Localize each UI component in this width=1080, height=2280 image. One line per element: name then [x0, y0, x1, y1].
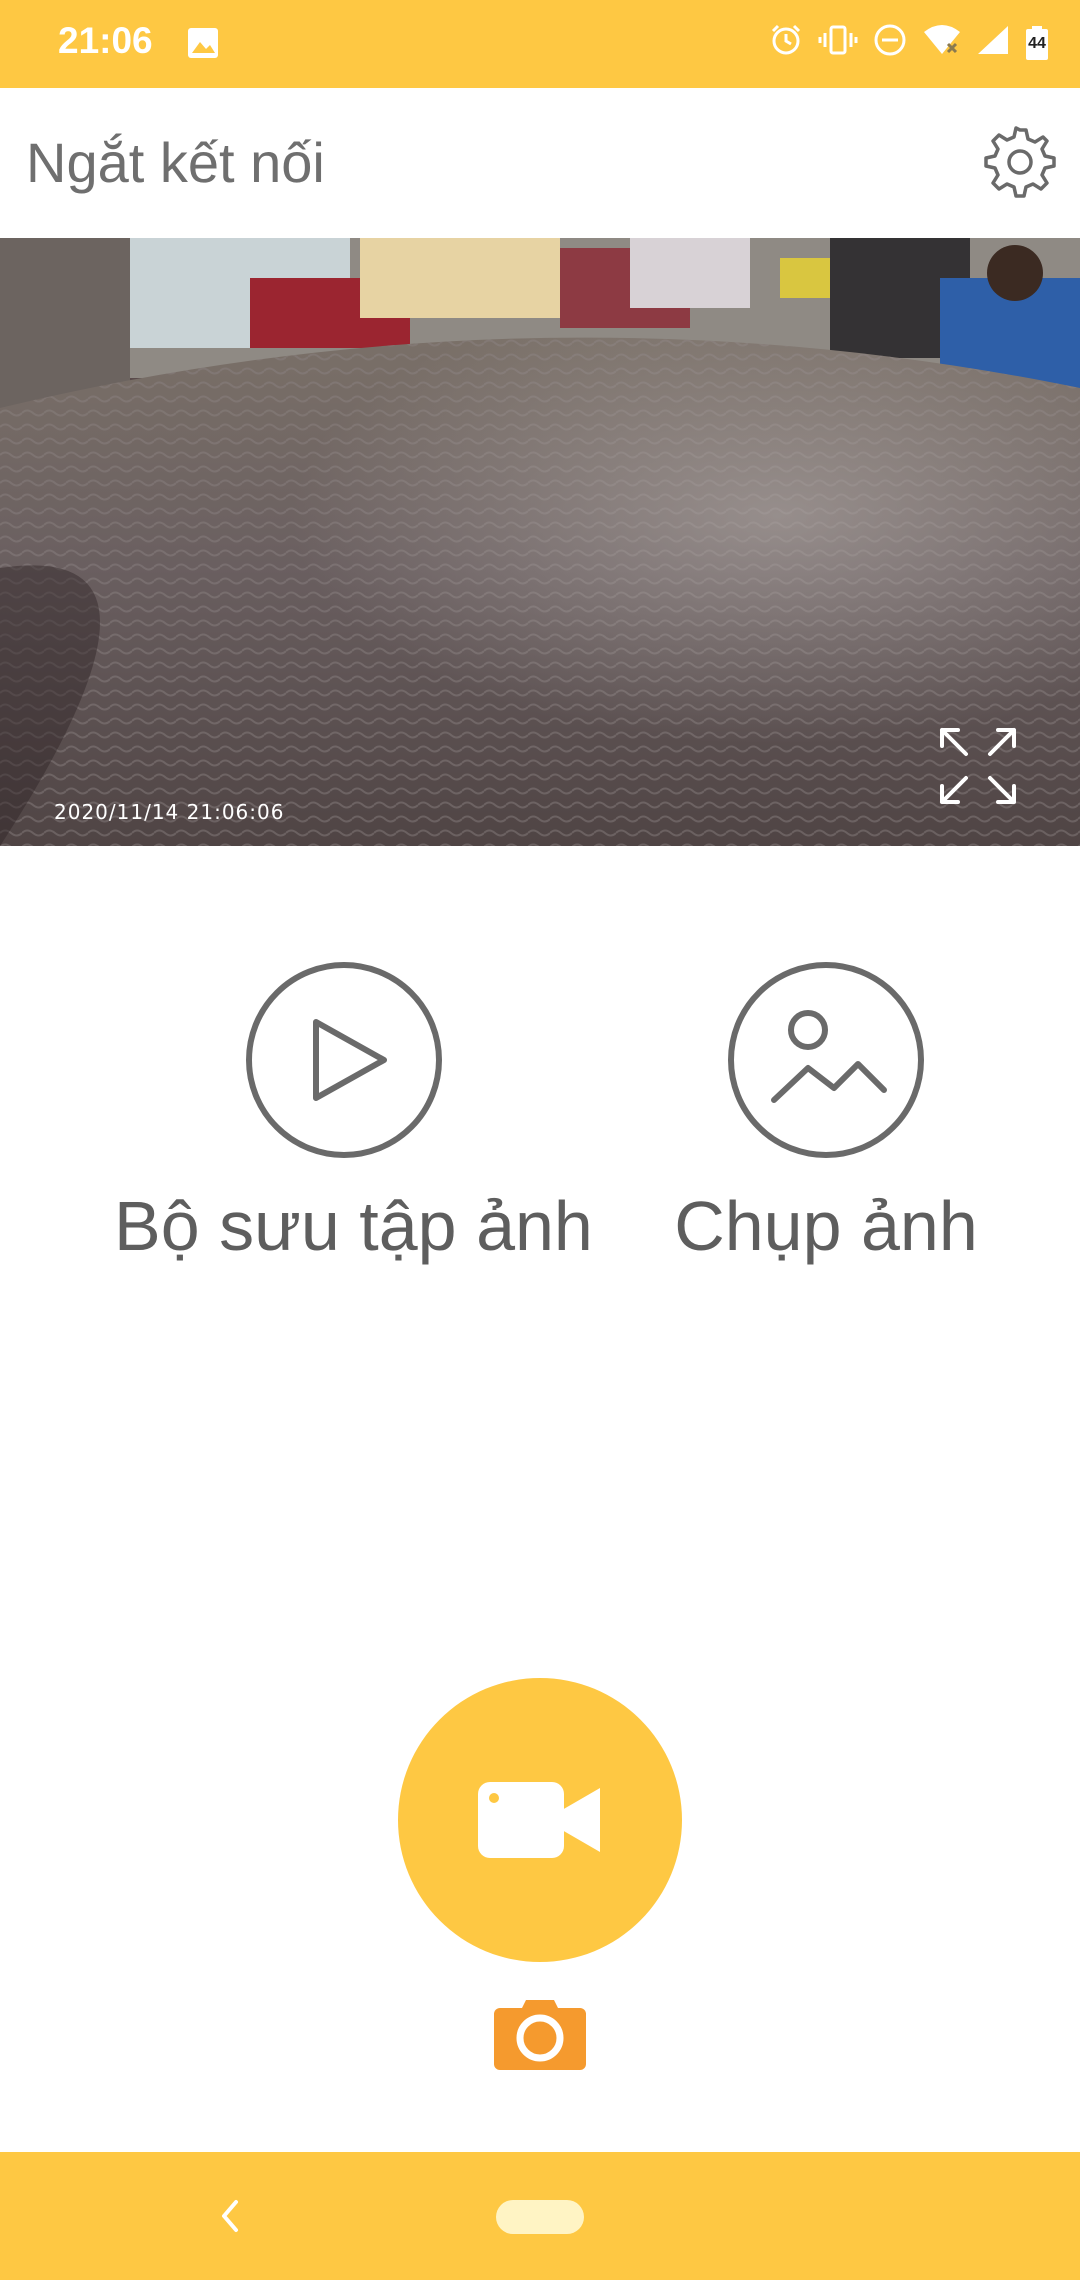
video-timestamp: 2020/11/14 21:06:06 [54, 800, 285, 824]
video-camera-icon [478, 1782, 600, 1858]
gallery-label: Bộ sưu tập ảnh [114, 1187, 593, 1265]
image-circle-icon [726, 960, 926, 1160]
status-time: 21:06 [58, 20, 153, 61]
alarm-icon [768, 22, 804, 63]
fullscreen-button[interactable] [936, 724, 1020, 808]
gallery-action[interactable]: Bộ sưu tập ảnh [114, 960, 593, 1266]
battery-icon: 44 [1024, 25, 1050, 61]
gallery-icon [186, 26, 220, 65]
dnd-icon [872, 22, 908, 63]
play-circle-icon [244, 960, 444, 1160]
camera-icon [494, 2000, 586, 2070]
record-video-button[interactable] [398, 1678, 682, 1962]
vibrate-icon [818, 22, 858, 63]
signal-icon [976, 22, 1010, 63]
expand-icon [940, 728, 1016, 804]
navigation-bar [0, 2152, 1080, 2280]
settings-button[interactable] [982, 124, 1058, 200]
photo-mode-button[interactable] [492, 1998, 588, 2072]
status-bar: 21:06 44 [0, 0, 1080, 88]
back-icon [222, 2200, 238, 2232]
wifi-icon [922, 22, 962, 63]
back-button[interactable] [218, 2196, 242, 2236]
take-photo-label: Chụp ảnh [674, 1187, 978, 1265]
gear-icon [984, 126, 1056, 198]
battery-level: 44 [1028, 34, 1046, 52]
home-pill-icon[interactable] [496, 2200, 584, 2234]
camera-live-view[interactable]: 2020/11/14 21:06:06 [0, 238, 1080, 846]
app-bar: Ngắt kết nối [0, 88, 1080, 238]
disconnect-link[interactable]: Ngắt kết nối [26, 130, 325, 195]
camera-frame [0, 238, 1080, 846]
take-photo-action[interactable]: Chụp ảnh [596, 960, 1056, 1266]
